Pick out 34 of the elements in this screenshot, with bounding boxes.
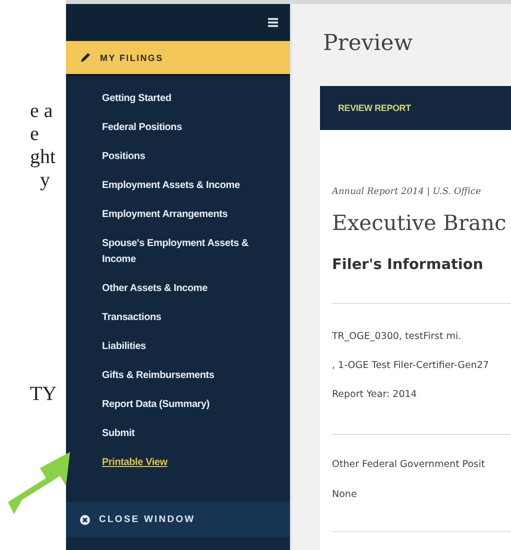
document-text: TY: [30, 383, 58, 406]
field-value: None: [332, 489, 358, 501]
field-label: Other Federal Government Posit: [332, 459, 486, 471]
nav-item[interactable]: Spouse's Employment Assets & Income: [102, 236, 262, 268]
document-text: ght: [30, 146, 57, 169]
section-title: Filer's Information: [332, 257, 484, 273]
document-text: y: [39, 169, 51, 192]
nav-item[interactable]: Report Data (Summary): [102, 397, 262, 413]
document-text: e a: [30, 100, 54, 123]
report-subtitle: Annual Report 2014 | U.S. Office: [332, 187, 482, 197]
nav-item[interactable]: Liabilities: [102, 339, 262, 355]
nav-item[interactable]: Positions: [102, 149, 262, 165]
filer-info-text: Report Year: 2014: [332, 389, 418, 401]
nav-item[interactable]: Employment Assets & Income: [102, 178, 262, 194]
nav-item[interactable]: Employment Arrangements: [102, 207, 262, 223]
my-filings-header[interactable]: MY FILINGS: [66, 41, 290, 76]
page-title: Preview: [323, 30, 414, 58]
report-heading: Executive Branc: [332, 211, 508, 235]
nav-item[interactable]: Federal Positions: [102, 120, 262, 136]
close-window-button[interactable]: CLOSE WINDOW: [66, 502, 290, 537]
nav-item[interactable]: Other Assets & Income: [102, 281, 262, 297]
section-label: MY FILINGS: [100, 52, 164, 62]
nav-item[interactable]: Getting Started: [102, 91, 262, 107]
nav-item[interactable]: Transactions: [102, 310, 262, 326]
close-icon: [80, 514, 90, 524]
nav-item[interactable]: Gifts & Reimbursements: [102, 368, 262, 384]
filer-info-text: TR_OGE_0300, testFirst mi.: [332, 331, 462, 343]
nav-item[interactable]: Submit: [102, 426, 262, 442]
printable-view-link[interactable]: Printable View: [102, 455, 168, 471]
card-header-title: REVIEW REPORT: [338, 103, 411, 113]
document-text: e: [30, 123, 40, 146]
menu-icon[interactable]: [268, 18, 278, 27]
filer-info-text: , 1-OGE Test Filer-Certifier-Gen27: [332, 360, 490, 372]
pencil-icon: [80, 52, 91, 63]
